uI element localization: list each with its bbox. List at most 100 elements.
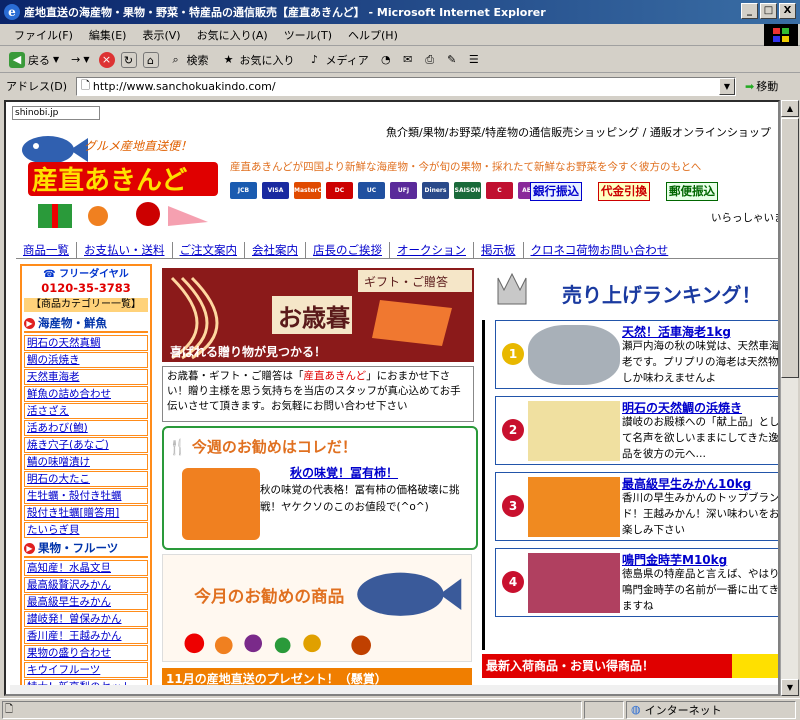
- print-icon[interactable]: ⎙: [422, 52, 438, 68]
- menu-favorites[interactable]: お気に入り(A): [189, 27, 276, 43]
- category-item[interactable]: 焼き穴子(あなご): [24, 437, 148, 453]
- nav-greeting[interactable]: 店長のご挨拶: [306, 242, 390, 258]
- category-item[interactable]: 明石の大たこ: [24, 471, 148, 487]
- category-item[interactable]: 活あわび(鮑): [24, 420, 148, 436]
- vertical-scrollbar[interactable]: ▲ ▼: [780, 100, 799, 696]
- back-arrow-icon: ◀: [9, 51, 25, 68]
- nav-bbs[interactable]: 掲示板: [474, 242, 524, 258]
- arrow-icon: ▶: [24, 317, 35, 329]
- weekly-product-link[interactable]: 秋の味覚！冨有柿！: [290, 464, 398, 481]
- category-item[interactable]: 活さざえ: [24, 403, 148, 419]
- arrow-icon: ▶: [24, 542, 35, 554]
- monthly-banner[interactable]: 今月のお勧めの商品: [162, 554, 472, 662]
- go-button[interactable]: ➡ 移動: [745, 78, 778, 94]
- windows-logo: [764, 24, 798, 46]
- address-dropdown-icon[interactable]: ▼: [719, 77, 735, 95]
- scroll-up-icon[interactable]: ▲: [781, 100, 799, 117]
- search-button[interactable]: ⌕ 検索: [165, 52, 212, 68]
- security-zone: ◍ インターネット: [626, 700, 796, 719]
- category-item[interactable]: 殻付き牡蠣[贈答用]: [24, 505, 148, 521]
- oseibo-banner[interactable]: ギフト・ご贈答 お歳暮 喜ばれる贈り物が見つかる！: [162, 268, 474, 362]
- ranking-item[interactable]: 4 鳴門金時芋M10kg 徳島県の特産品と言えば、やはり鳴門金時芋の名前が一番に…: [495, 548, 778, 617]
- nav-auction[interactable]: オークション: [390, 242, 474, 258]
- category-item[interactable]: 高知産！水晶文旦: [24, 560, 148, 576]
- category-item[interactable]: キウイフルーツ: [24, 662, 148, 678]
- status-text: 🗋: [2, 700, 582, 719]
- discuss-icon[interactable]: ☰: [466, 52, 482, 68]
- window-titlebar: e 産地直送の海産物・果物・野菜・特産品の通信販売【産直あきんど】 - Micr…: [0, 0, 800, 24]
- mikan-image[interactable]: [528, 477, 620, 537]
- category-item[interactable]: 果物の盛り合わせ: [24, 645, 148, 661]
- stop-icon[interactable]: ×: [98, 51, 115, 68]
- menu-help[interactable]: ヘルプ(H): [340, 27, 406, 43]
- nav-payment[interactable]: お支払い・送料: [77, 242, 173, 258]
- window-title: 産地直送の海産物・果物・野菜・特産品の通信販売【産直あきんど】 - Micros…: [24, 6, 546, 19]
- tagline-description: 産直あきんどが四国より新鮮な海産物・今が旬の果物・採れたて新鮮なお野菜を今すぐ彼…: [230, 161, 702, 173]
- menu-bar: ファイル(F) 編集(E) 表示(V) お気に入り(A) ツール(T) ヘルプ(…: [0, 24, 800, 46]
- mail-icon[interactable]: ✉: [400, 52, 416, 68]
- maximize-button[interactable]: □: [760, 3, 777, 19]
- ranking-item[interactable]: 2 明石の天然鯛の浜焼き 讃岐のお殿様への「献上品」として名声を欲しいままにして…: [495, 396, 778, 465]
- forward-button[interactable]: → ▼: [68, 53, 92, 66]
- address-input[interactable]: 🗋 http://www.sanchokuakindo.com/: [76, 76, 736, 96]
- nav-tracking[interactable]: クロネコ荷物お問い合わせ: [524, 242, 676, 258]
- ufj-card-icon: UFJ: [390, 182, 417, 199]
- ranking-item[interactable]: 1 天然！活車海老1kg 瀬戸内海の秋の味覚は、天然車海老です。プリプリの海老は…: [495, 320, 778, 389]
- section-seafood[interactable]: ▶ 海産物・鮮魚: [24, 315, 148, 333]
- horizontal-scrollbar[interactable]: [10, 685, 778, 694]
- refresh-icon[interactable]: ↻: [120, 51, 137, 68]
- weekly-heading: 🍴 今週のお勧めはコレだ！: [168, 438, 357, 456]
- card-logos: JCB VISA MasterCard DC UC UFJ Diners SAI…: [230, 182, 545, 199]
- nav-product-list[interactable]: 商品一覧: [16, 242, 77, 258]
- edit-icon[interactable]: ✎: [444, 52, 460, 68]
- standard-toolbar: ◀ 戻る ▼ → ▼ × ↻ ⌂ ⌕ 検索 ★ お気に入り ♪ メディア ◔ ✉ ⎙ ✎ ☰: [0, 47, 800, 73]
- shinobi-badge[interactable]: shinobi.jp: [12, 106, 100, 120]
- jcb-card-icon: JCB: [230, 182, 257, 199]
- home-icon[interactable]: ⌂: [142, 51, 159, 68]
- nav-order-guide[interactable]: ご注文案内: [173, 242, 245, 258]
- fork-icon: 🍴: [168, 438, 192, 456]
- category-heading: 【商品カテゴリー一覧】: [24, 298, 148, 312]
- address-bar: アドレス(D) 🗋 http://www.sanchokuakindo.com/ …: [0, 74, 800, 98]
- menu-view[interactable]: 表示(V): [134, 27, 188, 43]
- scroll-down-icon[interactable]: ▼: [781, 679, 799, 696]
- shrimp-image[interactable]: [528, 325, 620, 385]
- scroll-thumb[interactable]: [781, 118, 799, 378]
- history-icon[interactable]: ◔: [378, 52, 394, 68]
- minimize-button[interactable]: _: [741, 3, 758, 19]
- bank-transfer-badge: 銀行振込: [530, 182, 582, 201]
- section-fruits[interactable]: ▶ 果物・フルーツ: [24, 540, 148, 558]
- category-item[interactable]: 鮮魚の詰め合わせ: [24, 386, 148, 402]
- category-item[interactable]: 香川産！王越みかん: [24, 628, 148, 644]
- category-item[interactable]: 鯛の浜焼き: [24, 352, 148, 368]
- sweet-potato-image[interactable]: [528, 553, 620, 613]
- menu-tools[interactable]: ツール(T): [276, 27, 340, 43]
- cod-badge: 代金引換: [598, 182, 650, 201]
- menu-edit[interactable]: 編集(E): [81, 27, 135, 43]
- media-button[interactable]: ♪ メディア: [304, 52, 372, 68]
- category-item[interactable]: 天然車海老: [24, 369, 148, 385]
- phone-icon: ☎: [43, 269, 60, 280]
- category-item[interactable]: 最高級早生みかん: [24, 594, 148, 610]
- category-item[interactable]: 鯖の味噌漬け: [24, 454, 148, 470]
- close-button[interactable]: X: [779, 3, 796, 19]
- shop-name-highlight: 産直あきんど: [303, 370, 367, 382]
- category-item[interactable]: 生牡蠣・殻付き牡蠣: [24, 488, 148, 504]
- menu-file[interactable]: ファイル(F): [6, 27, 81, 43]
- sea-bream-image[interactable]: [528, 401, 620, 461]
- category-item[interactable]: 明石の天然真鯛: [24, 335, 148, 351]
- category-item[interactable]: 最高級贅沢みかん: [24, 577, 148, 593]
- logo-main: 産直あきんど: [32, 165, 187, 196]
- ie-icon: e: [4, 4, 20, 20]
- site-logo[interactable]: グルメ産地直送便！ 産直あきんど: [18, 126, 228, 236]
- category-item[interactable]: たいらぎ貝: [24, 522, 148, 538]
- category-item[interactable]: 讃岐発！曽保みかん: [24, 611, 148, 627]
- favorites-button[interactable]: ★ お気に入り: [218, 52, 298, 68]
- ranking-item[interactable]: 3 最高級早生みかん10kg 香川の早生みかんのトップブランド！王越みかん！深い…: [495, 472, 778, 541]
- new-arrivals-heading[interactable]: 最新入荷商品・お買い得商品！: [482, 654, 778, 678]
- back-button[interactable]: ◀ 戻る ▼: [6, 51, 62, 68]
- go-arrow-icon: ➡: [745, 79, 755, 93]
- nav-company[interactable]: 会社案内: [245, 242, 306, 258]
- persimmon-image[interactable]: [182, 468, 260, 540]
- rank-number: 2: [502, 419, 524, 441]
